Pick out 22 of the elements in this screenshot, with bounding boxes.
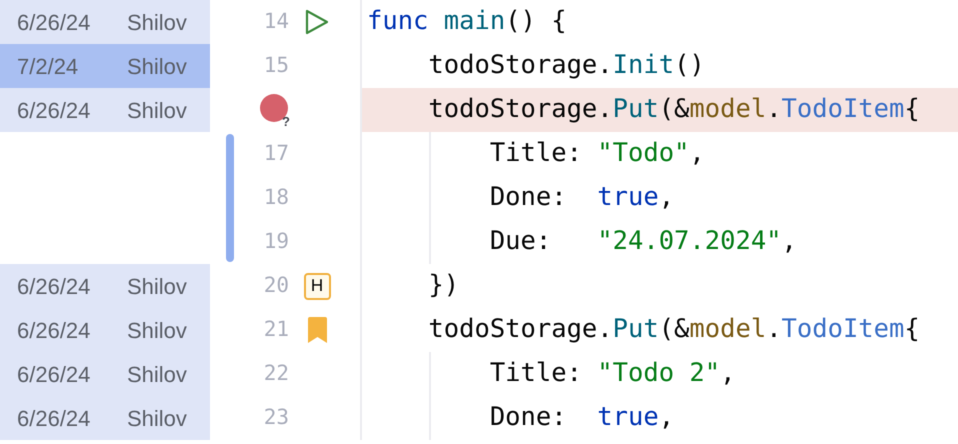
bookmark-mnemonic[interactable]: H <box>304 272 330 300</box>
line-number: 14 <box>264 8 289 36</box>
error-icon[interactable]: ? <box>260 94 291 125</box>
annotation-row[interactable]: 6/26/24 Shilov <box>0 396 210 440</box>
annotation-row[interactable]: 7/2/24 Shilov <box>0 44 210 88</box>
line-number: 18 <box>264 184 289 212</box>
line-number: 22 <box>264 360 289 388</box>
line-number: 19 <box>264 228 289 256</box>
annotation-row[interactable]: 6/26/24 Shilov <box>0 352 210 396</box>
line-number: 15 <box>264 52 289 80</box>
line-number: 20 <box>264 272 289 300</box>
change-marker[interactable] <box>226 134 234 176</box>
line-number: 21 <box>264 316 289 344</box>
change-marker[interactable] <box>226 220 234 262</box>
line-number: 17 <box>264 140 289 168</box>
annotation-row[interactable]: 6/26/24 Shilov <box>0 308 210 352</box>
line-number: 23 <box>264 404 289 432</box>
annotation-row[interactable]: 6/26/24 Shilov <box>0 264 210 308</box>
annotation-row[interactable]: 6/26/24 Shilov <box>0 88 210 132</box>
bookmark-icon[interactable] <box>306 317 328 343</box>
run-icon[interactable] <box>304 8 330 36</box>
annotation-row[interactable]: 6/26/24 Shilov <box>0 0 210 44</box>
